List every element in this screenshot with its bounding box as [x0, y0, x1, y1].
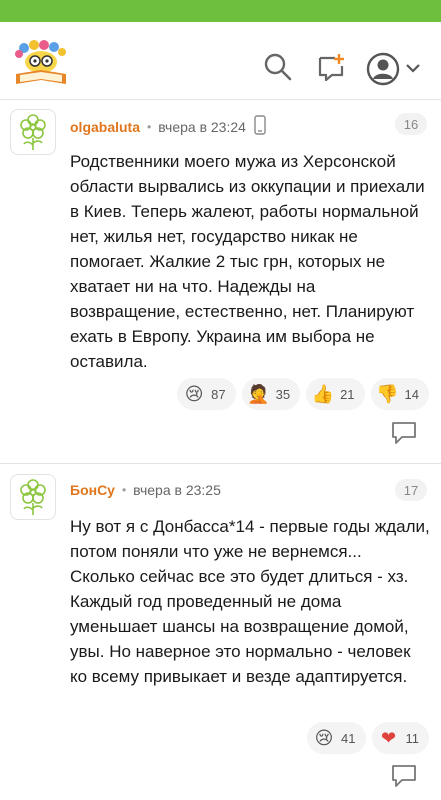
- thumbs-down-icon: 👎: [376, 383, 399, 404]
- comment-time: вчера в 23:24: [158, 118, 246, 135]
- reaction-thumbs-up[interactable]: 👍 21: [306, 378, 365, 410]
- avatar[interactable]: [10, 109, 56, 155]
- reply-icon[interactable]: [391, 764, 417, 793]
- comment-item: olgabaluta • вчера в 23:24 16 Родственни…: [0, 101, 441, 461]
- reaction-thumbs-down[interactable]: 👎 14: [370, 378, 429, 410]
- new-post-icon[interactable]: [316, 52, 346, 87]
- reaction-crying[interactable]: 😢 87: [177, 378, 236, 410]
- reactions-bar: 😢 41 ❤ 11: [307, 722, 429, 754]
- search-icon[interactable]: [263, 52, 293, 87]
- site-logo[interactable]: [12, 40, 70, 86]
- comment-number: 17: [395, 479, 427, 501]
- mobile-phone-icon: [254, 115, 266, 138]
- comment-number: 16: [395, 113, 427, 135]
- comment-item: БонСу • вчера в 23:25 17 Ну вот я с Донб…: [0, 464, 441, 800]
- separator-dot: •: [147, 119, 152, 134]
- facepalm-icon: 🤦: [247, 383, 270, 404]
- crying-face-icon: 😢: [184, 383, 204, 404]
- thumbs-up-icon: 👍: [311, 383, 335, 404]
- status-bar: [0, 0, 441, 22]
- avatar[interactable]: [10, 474, 56, 520]
- reaction-count: 11: [405, 730, 420, 746]
- reactions-bar: 😢 87 🤦 35 👍 21 👎 14: [177, 378, 429, 410]
- reaction-heart[interactable]: ❤ 11: [371, 722, 429, 754]
- crying-face-icon: 😢: [314, 727, 334, 748]
- reaction-count: 21: [340, 386, 355, 402]
- reaction-count: 41: [341, 730, 356, 746]
- reaction-count: 14: [404, 386, 419, 402]
- reaction-count: 87: [211, 386, 226, 402]
- reaction-facepalm[interactable]: 🤦 35: [241, 378, 301, 410]
- comment-meta: БонСу • вчера в 23:25: [70, 482, 221, 498]
- reaction-count: 35: [275, 386, 291, 402]
- profile-menu-icon[interactable]: [366, 52, 424, 91]
- heart-icon: ❤: [380, 727, 397, 748]
- comment-meta: olgabaluta • вчера в 23:24: [70, 115, 266, 138]
- comment-text: Ну вот я с Донбасса*14 - первые годы жда…: [70, 517, 430, 686]
- author-name[interactable]: olgabaluta: [70, 119, 140, 135]
- author-name[interactable]: БонСу: [70, 482, 115, 498]
- separator-dot: •: [121, 483, 127, 497]
- comment-time: вчера в 23:25: [133, 482, 221, 498]
- app-header: [0, 22, 441, 100]
- reaction-crying[interactable]: 😢 41: [307, 722, 366, 754]
- comment-text: Родственники моего мужа из Херсонской об…: [70, 152, 425, 371]
- reply-icon[interactable]: [391, 421, 417, 450]
